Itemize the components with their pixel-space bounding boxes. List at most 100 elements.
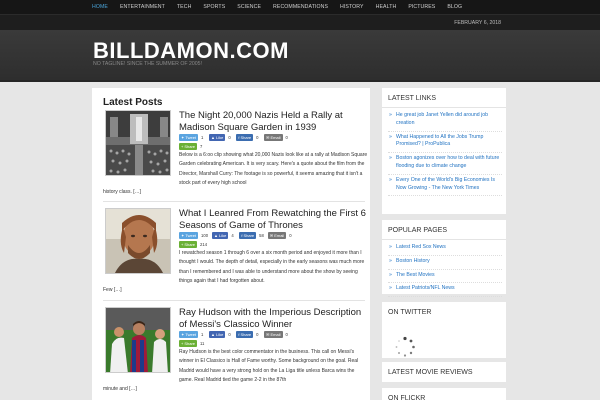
thumbs-up-icon: ▲ [211,332,215,337]
post-excerpt: I rewatched season 1 through 6 over a si… [179,250,365,284]
twitter-icon: ✦ [181,135,185,140]
nav-item-history[interactable]: History [340,0,364,14]
widget-title: On Twitter [388,309,432,316]
movie-reviews-widget: Latest Movie Reviews [382,362,506,382]
email-button[interactable]: ✉ Email [267,232,287,239]
email-button[interactable]: ✉ Email [264,331,283,338]
nav-item-pictures[interactable]: Pictures [408,0,435,14]
share-all-button[interactable]: + Share [179,143,198,150]
popular-pages-widget: Popular Pages Latest Red Sox News Boston… [382,220,506,298]
share-all-count: 7 [200,144,203,149]
popular-page-item[interactable]: Latest Patriots/NFL News [388,283,502,298]
nav-item-entertainment[interactable]: Entertainment [120,0,165,14]
post-excerpt-tail[interactable]: minute and […] [103,385,137,394]
twitter-icon: ✦ [181,332,185,337]
date-bar: February 6, 2018 [0,14,600,30]
latest-posts-section: Latest Posts The Night 20,000 Nazis Held… [92,88,370,400]
nav-item-tech[interactable]: Tech [177,0,192,14]
post-title[interactable]: Ray Hudson with the Imperious Descriptio… [179,307,367,330]
like-button[interactable]: ▲ Like [209,331,226,338]
share-button[interactable]: f Share [236,331,254,338]
post-title[interactable]: What I Leanred From Rewatching the First… [179,208,367,231]
like-count: 4 [231,233,234,238]
share-bar: ✦ Tweet 100 ▲ Like 4 f Share 58 ✉ Email 0 [179,232,297,239]
popular-page-item[interactable]: The Best Movies [388,270,502,284]
like-count: 0 [228,332,231,337]
nav-item-health[interactable]: Health [376,0,397,14]
envelope-icon: ✉ [269,233,274,238]
thumbs-up-icon: ▲ [211,135,215,140]
popular-page-item[interactable]: Latest Red Sox News [388,242,502,256]
post-excerpt-tail[interactable]: Few […] [103,286,122,295]
post-item: What I Leanred From Rewatching the First… [103,208,366,303]
tweet-count: 100 [201,233,209,238]
email-count: 0 [289,233,292,238]
widget-title: Latest Links [382,88,506,108]
latest-links-widget: Latest Links He great job Janet Yellen d… [382,88,506,214]
share-all-button[interactable]: + Share [179,241,198,248]
share-all-count: 11 [200,341,205,346]
like-count: 0 [228,135,231,140]
post-excerpt-tail[interactable]: history class. […] [103,188,141,197]
post-title[interactable]: The Night 20,000 Nazis Held a Rally at M… [179,110,367,133]
share-bar-secondary: + Share 11 [179,340,208,347]
share-bar: ✦ Tweet 1 ▲ Like 0 f Share 0 ✉ Email 0 [179,331,294,338]
post-item: Ray Hudson with the Imperious Descriptio… [103,307,363,400]
nav-item-recommendations[interactable]: Recommendations [273,0,328,14]
tweet-button[interactable]: ✦ Tweet [179,134,199,141]
nav-item-science[interactable]: Science [237,0,261,14]
facebook-icon: f [238,135,240,140]
latest-link-item[interactable]: What Happened to All the Jobs Trump Prom… [388,132,502,154]
post-thumbnail[interactable] [105,208,171,274]
post-item: The Night 20,000 Nazis Held a Rally at M… [103,110,367,200]
loading-spinner-icon [395,336,415,357]
popular-page-item[interactable]: Boston History [388,256,502,270]
share-button[interactable]: f Share [236,134,254,141]
thumbs-up-icon: ▲ [214,233,218,238]
twitter-icon: ✦ [181,233,185,238]
share-all-button[interactable]: + Share [179,340,198,347]
post-divider [103,201,365,202]
site-tagline: No tagline! Since the summer of 2005! [93,61,202,67]
tweet-button[interactable]: ✦ Tweet [179,232,199,239]
post-divider [103,300,365,301]
facebook-icon: f [241,233,243,238]
post-thumbnail[interactable] [105,307,171,373]
section-heading: Latest Posts [103,97,163,108]
like-button[interactable]: ▲ Like [209,134,226,141]
tweet-count: 1 [201,135,204,140]
nav-item-home[interactable]: Home [92,0,108,14]
share-bar-secondary: + Share 7 [179,143,208,150]
tweet-button[interactable]: ✦ Tweet [179,331,199,338]
nav-item-blog[interactable]: Blog [447,0,462,14]
share-icon: + [181,242,184,247]
top-navigation: Home Entertainment Tech Sports Science R… [0,0,600,14]
widget-title: Latest Movie Reviews [388,369,473,376]
nav-item-sports[interactable]: Sports [203,0,225,14]
share-count: 0 [256,135,259,140]
like-button[interactable]: ▲ Like [212,232,229,239]
facebook-icon: f [238,332,240,337]
email-button[interactable]: ✉ Email [264,134,283,141]
tweet-count: 1 [201,332,204,337]
envelope-icon: ✉ [266,332,270,337]
share-all-count: 214 [200,242,208,247]
post-thumbnail[interactable] [105,110,171,176]
latest-link-item[interactable]: He great job Janet Yellen did around job… [388,110,502,132]
current-date: February 6, 2018 [454,20,501,26]
share-button[interactable]: f Share [239,232,257,239]
share-count: 58 [259,233,264,238]
share-icon: + [181,144,184,149]
twitter-widget: On Twitter [382,302,506,358]
flickr-widget: On Flickr [382,388,506,400]
email-count: 0 [285,135,288,140]
post-excerpt: Below is a 6:oo clip showing what 20,000… [179,152,368,186]
latest-link-item[interactable]: Boston agonizes over how to deal with fu… [388,153,502,175]
widget-title: On Flickr [388,395,426,400]
envelope-icon: ✉ [266,135,270,140]
latest-link-item[interactable]: Every One of the World's Big Economies I… [388,175,502,197]
post-excerpt: Ray Hudson is the best color commentator… [179,349,359,383]
share-bar: ✦ Tweet 1 ▲ Like 0 f Share 0 ✉ Email 0 [179,134,294,141]
share-bar-secondary: + Share 214 [179,241,211,248]
share-icon: + [181,341,184,346]
